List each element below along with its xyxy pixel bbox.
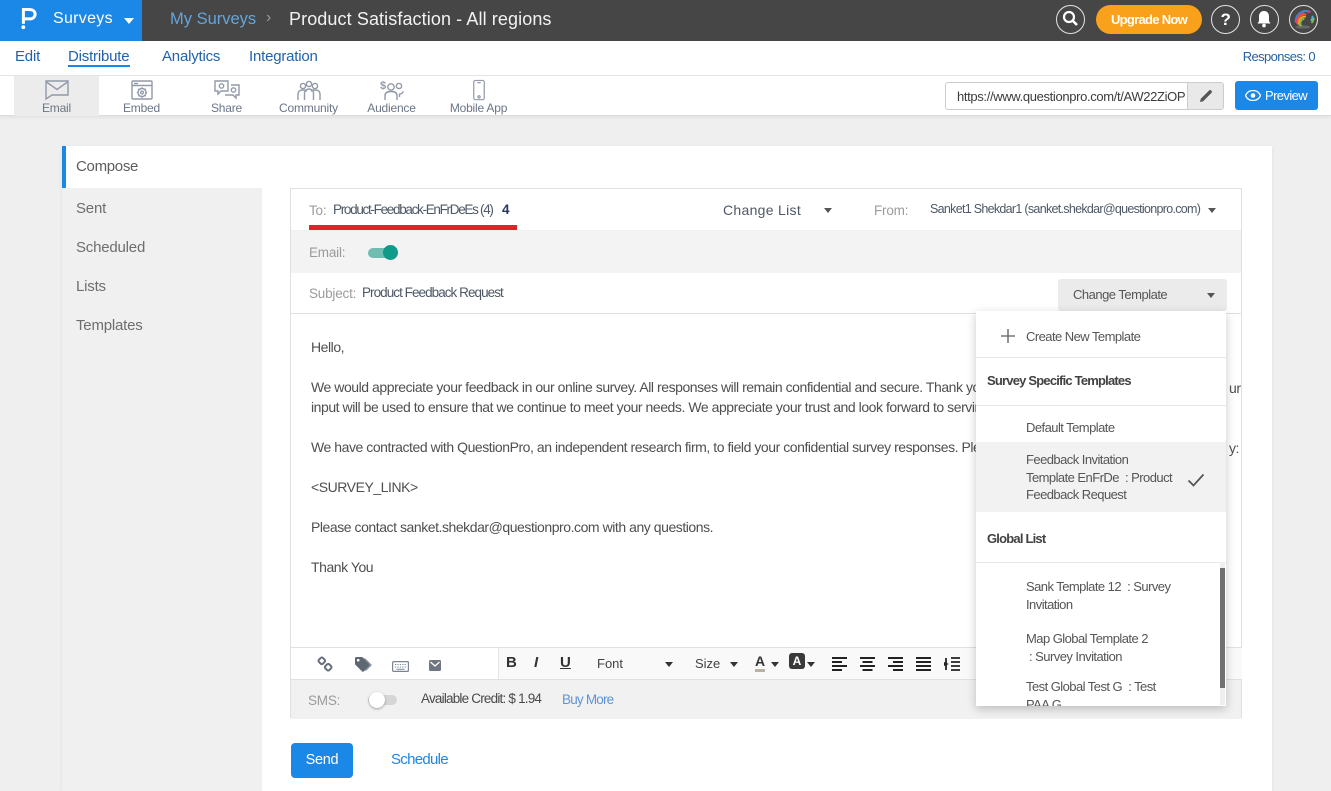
svg-text:$: $ (380, 80, 386, 92)
